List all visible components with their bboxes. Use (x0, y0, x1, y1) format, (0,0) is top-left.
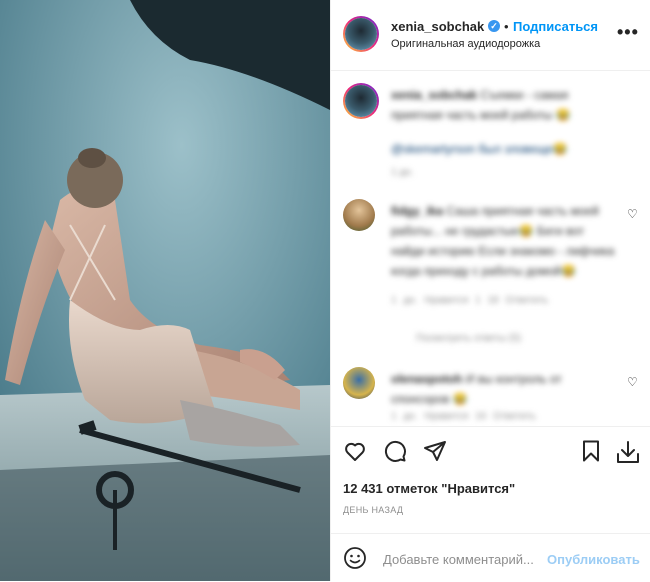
caption-mention[interactable]: @skemartyrson был зловеще😂 (391, 139, 621, 159)
commenter-avatar[interactable] (343, 367, 375, 399)
comment-username[interactable]: fidgy_ika (391, 204, 443, 218)
caption-username[interactable]: xenia_sobchak (391, 88, 477, 102)
comment-text: olenaspotoh И вы контроль от спонсоров 😂 (391, 369, 621, 409)
view-replies-link[interactable]: Посмотреть ответы (5) (416, 333, 521, 344)
post-sidebar: xenia_sobchak ✓ • Подписаться Оригинальн… (330, 0, 650, 581)
add-comment-bar: Опубликовать (331, 533, 650, 582)
follow-button[interactable]: Подписаться (513, 19, 598, 34)
comment-text: fidgy_ika Саша приятная часть моей работ… (391, 201, 621, 281)
avatar[interactable] (343, 16, 379, 52)
caption-avatar[interactable] (343, 83, 379, 119)
post-photo (0, 0, 330, 581)
comment-username[interactable]: olenaspotoh (391, 372, 462, 386)
post-actions: 12 431 отметок "Нравится" ДЕНЬ НАЗАД (331, 426, 650, 537)
caption-text: xenia_sobchak Съемки - самая приятная ча… (391, 85, 611, 125)
caption-time: 1 дн. (391, 167, 414, 178)
send-icon[interactable] (423, 439, 447, 463)
comment-like-heart-icon[interactable]: ♡ (627, 375, 638, 389)
post-time[interactable]: ДЕНЬ НАЗАД (343, 505, 403, 515)
header-separator-dot: • (504, 19, 509, 34)
heart-icon[interactable] (343, 439, 367, 463)
post-image[interactable] (0, 0, 330, 581)
smiley-icon[interactable] (343, 546, 367, 570)
likes-count[interactable]: 12 431 отметок "Нравится" (343, 481, 515, 496)
comment-icon[interactable] (383, 439, 407, 463)
comment-meta[interactable]: 1 дн. Нравится 16 Ответить (391, 411, 536, 422)
audio-label[interactable]: Оригинальная аудиодорожка (391, 38, 540, 50)
comment-like-heart-icon[interactable]: ♡ (627, 207, 638, 221)
commenter-avatar[interactable] (343, 199, 375, 231)
publish-button[interactable]: Опубликовать (547, 552, 640, 567)
comment-input[interactable] (381, 548, 545, 570)
comments-list[interactable]: xenia_sobchak Съемки - самая приятная ча… (331, 71, 650, 426)
verified-badge-icon: ✓ (488, 20, 500, 32)
username[interactable]: xenia_sobchak (391, 19, 484, 34)
post-header: xenia_sobchak ✓ • Подписаться Оригинальн… (331, 0, 650, 71)
more-options-icon[interactable]: ••• (617, 22, 639, 43)
download-icon[interactable] (615, 439, 641, 465)
comment-meta[interactable]: 1 дн. Нравится 1 18 Ответить (391, 295, 548, 306)
bookmark-icon[interactable] (579, 439, 603, 463)
